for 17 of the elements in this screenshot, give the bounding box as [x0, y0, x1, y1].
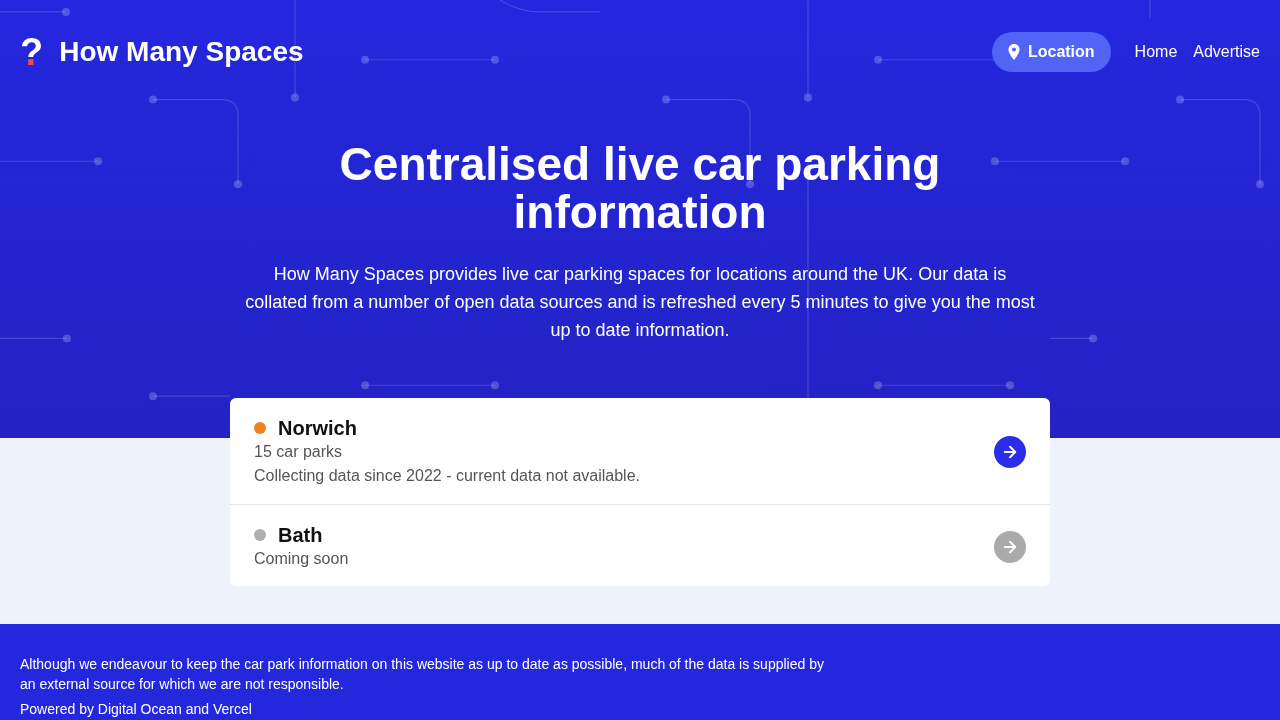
map-pin-icon — [1007, 44, 1020, 60]
hero-title: Centralised live car parking information — [338, 140, 942, 236]
location-name: Bath — [278, 523, 323, 547]
open-location-button[interactable] — [994, 436, 1026, 468]
location-detail: Collecting data since 2022 - current data not available. — [254, 466, 640, 486]
location-detail: Coming soon — [254, 549, 349, 569]
nav-link[interactable]: Advertise — [1193, 40, 1260, 64]
arrow-right-icon — [1001, 443, 1019, 461]
nav-link[interactable]: Home — [1134, 40, 1178, 64]
arrow-right-icon — [1001, 538, 1019, 556]
location-detail: 15 car parks — [254, 442, 344, 462]
footer-disclaimer: Although we endeavour to keep the car park information on this website as up to date as possible, much of the data is supplied by an external source for which we are not responsible. — [20, 655, 825, 694]
location-name: Norwich — [278, 416, 357, 440]
location-button[interactable]: Location — [991, 32, 1111, 72]
hero-description: How Many Spaces provides live car parking spaces for locations around the UK. Our data is collated from a number of open data sources and is refreshed every 5 minutes to give you the most up to date information. — [244, 263, 1036, 342]
footer-credits: Powered by Digital Ocean and Vercel — [20, 700, 253, 718]
site-title: How Many Spaces — [59, 35, 304, 69]
